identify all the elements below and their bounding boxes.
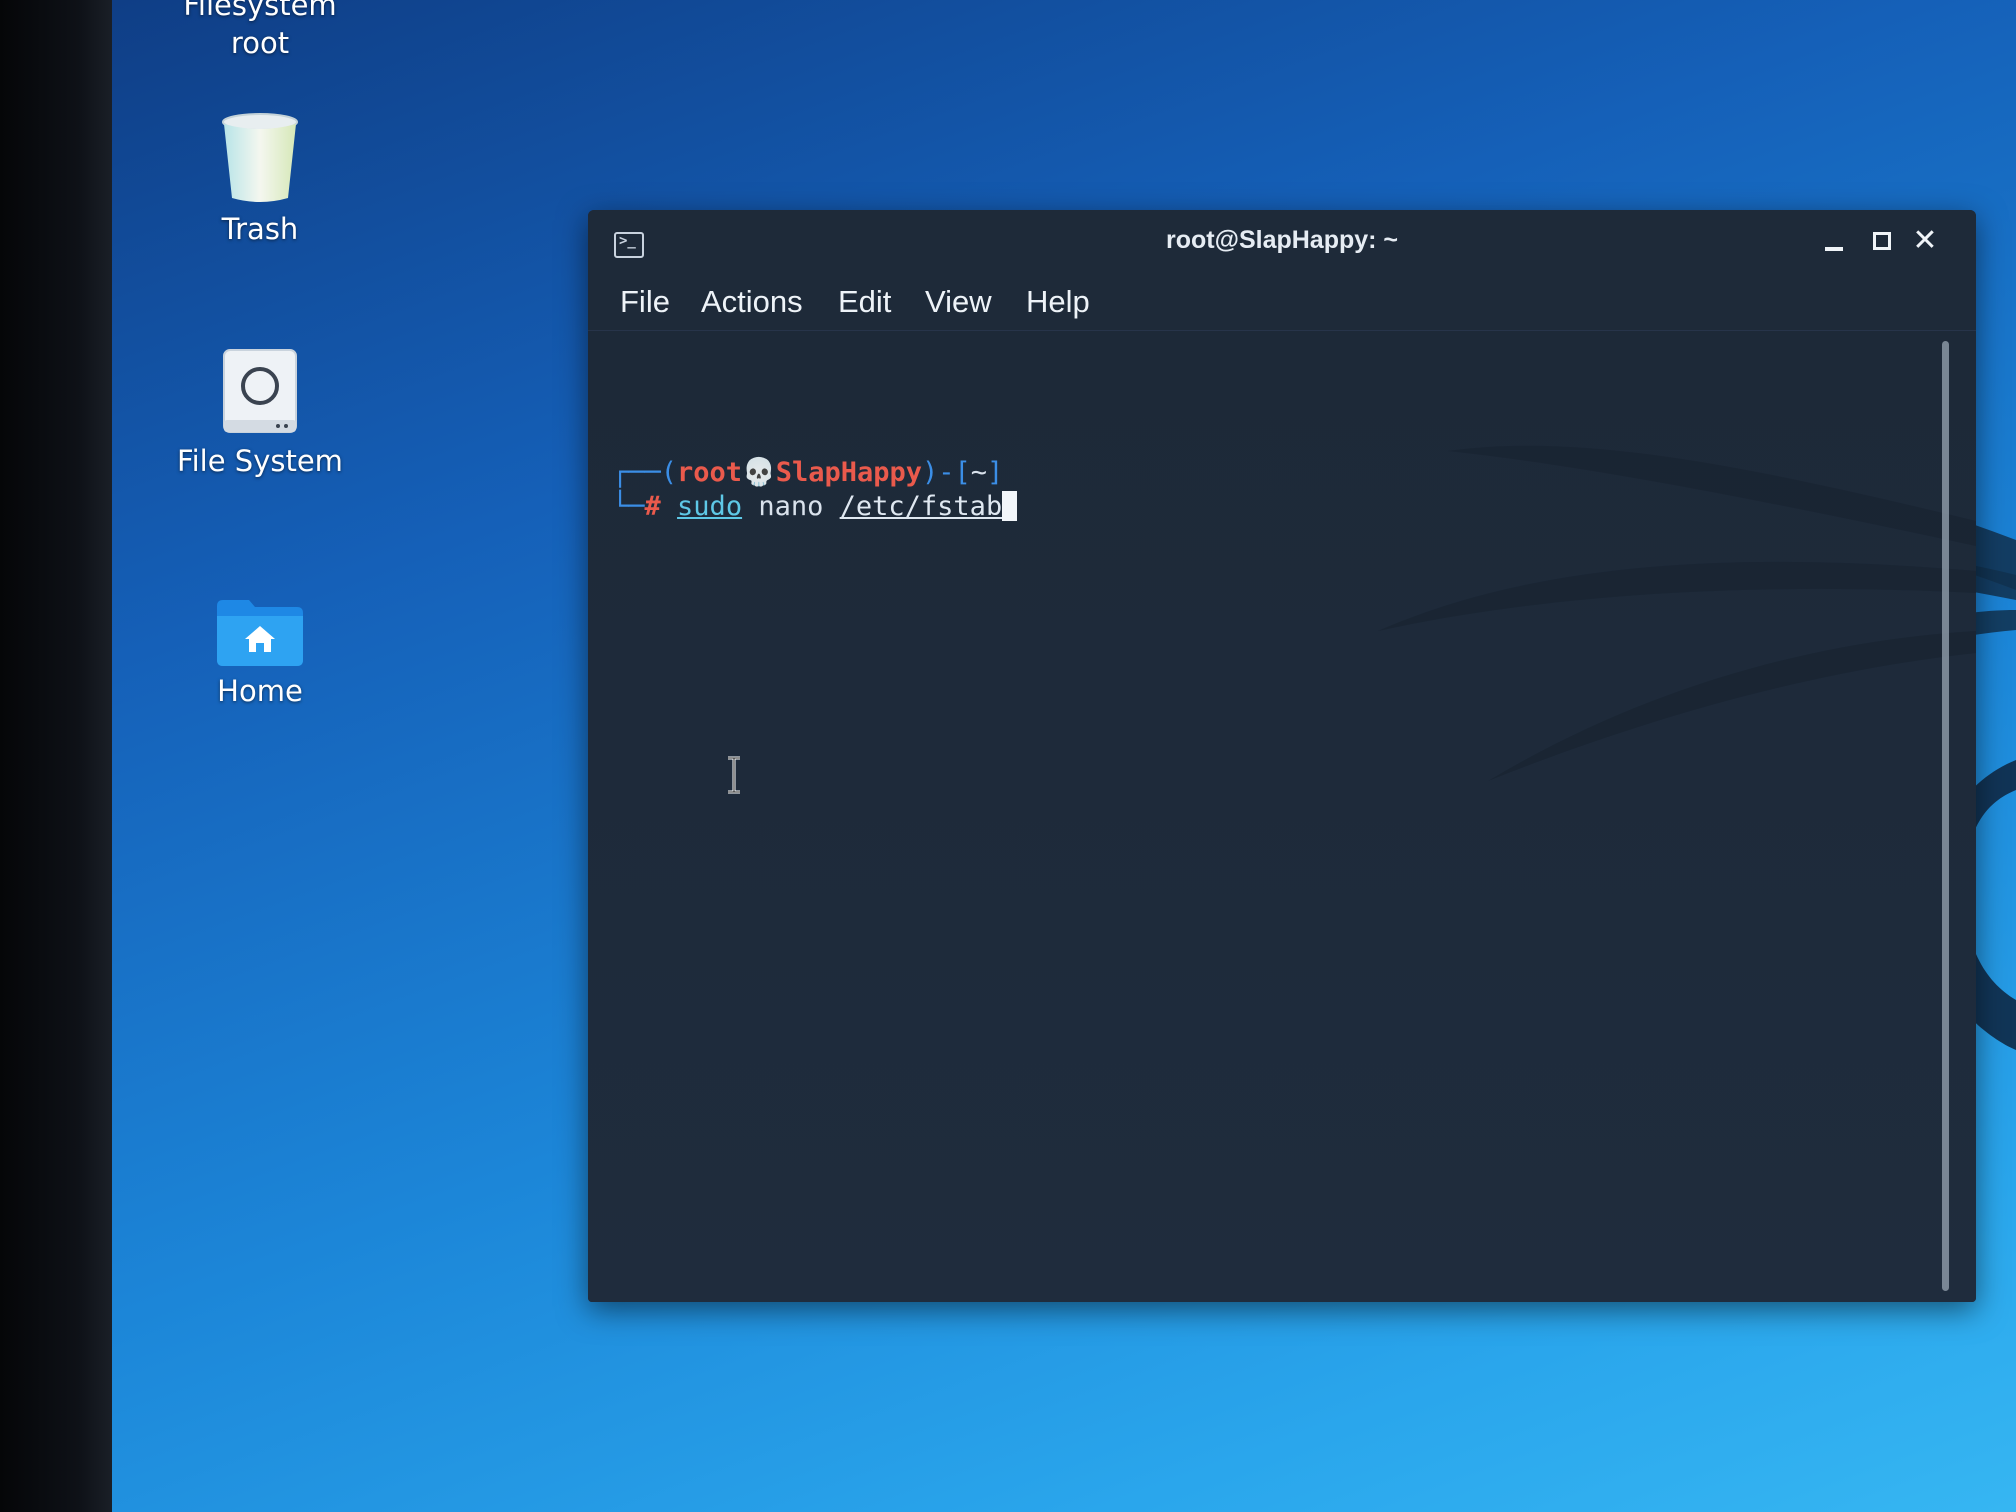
command-program: nano [758, 491, 824, 522]
desktop-icon-label: Trash [221, 212, 299, 246]
minimize-button[interactable] [1818, 226, 1848, 256]
command-line[interactable]: └─# sudo nano /etc/fstab [612, 490, 1018, 524]
desktop-icon-label: File System [177, 444, 343, 478]
prompt-line: ┌──(root💀SlapHappy)-[~] [612, 457, 1004, 488]
window-title: root@SlapHappy: ~ [1165, 226, 1399, 254]
menu-help[interactable]: Help [1026, 284, 1090, 320]
ibeam-cursor-icon [728, 756, 740, 794]
command-path: /etc/fstab [839, 491, 1003, 522]
menu-bar: File Actions Edit View Help [588, 274, 1976, 331]
text-cursor [1002, 491, 1018, 521]
drive-icon [223, 349, 297, 433]
maximize-button[interactable] [1865, 226, 1895, 256]
trash-icon [222, 113, 298, 202]
prompt-symbol: # [644, 491, 661, 522]
home-folder-icon [217, 600, 303, 666]
desktop-icon-label: root [230, 26, 290, 60]
menu-view[interactable]: View [925, 284, 992, 320]
command-sudo: sudo [677, 491, 743, 522]
prompt-host: SlapHappy [775, 457, 922, 488]
menu-file[interactable]: File [620, 284, 670, 320]
terminal-output[interactable]: ┌──(root💀SlapHappy)-[~] └─# sudo nano /e… [588, 331, 1976, 1302]
desktop: Filesystem root Trash File System Home >… [112, 0, 2016, 1512]
desktop-icon-home[interactable]: Home [150, 596, 370, 710]
desktop-icon-file-system[interactable]: File System [150, 346, 370, 480]
desktop-icon-filesystem-root[interactable]: Filesystem root [150, 0, 370, 62]
menu-edit[interactable]: Edit [838, 284, 891, 320]
desktop-icon-label: Filesystem [183, 0, 337, 22]
menu-actions[interactable]: Actions [701, 284, 803, 320]
close-button[interactable]: ✕ [1910, 226, 1940, 256]
monitor-bezel [0, 0, 112, 1512]
desktop-icon-label: Home [217, 674, 303, 708]
prompt-dir: ~ [970, 457, 988, 488]
title-bar[interactable]: >_ root@SlapHappy: ~ ✕ [588, 210, 1976, 274]
prompt-user: root [677, 457, 743, 488]
skull-icon: 💀 [742, 457, 776, 488]
scrollbar[interactable] [1942, 341, 1949, 1291]
terminal-window[interactable]: >_ root@SlapHappy: ~ ✕ File Actions Edit… [588, 210, 1976, 1302]
desktop-icon-trash[interactable]: Trash [150, 112, 370, 248]
